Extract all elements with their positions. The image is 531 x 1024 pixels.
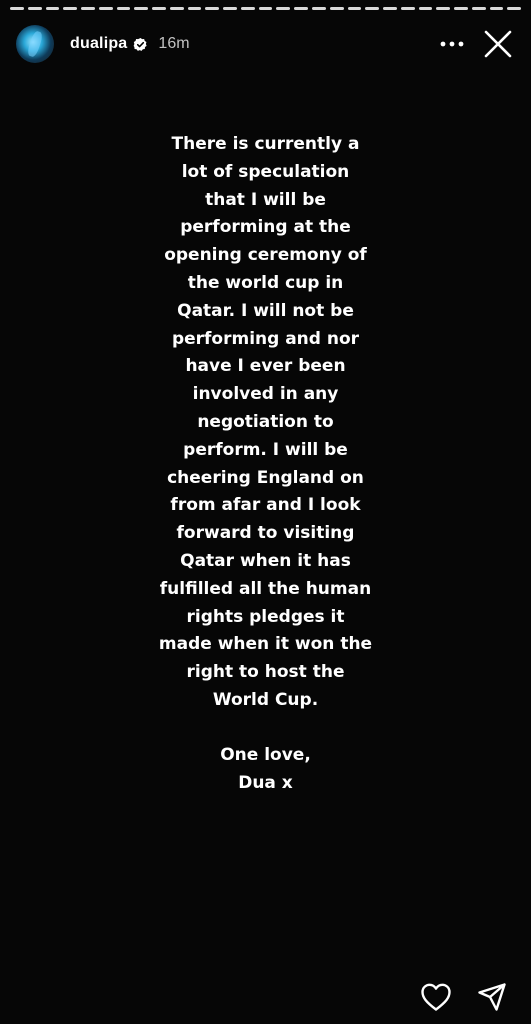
statement-line: There is currently a: [171, 134, 360, 154]
verified-badge-icon: [133, 37, 148, 52]
progress-segment: [258, 7, 273, 10]
like-button[interactable]: [419, 980, 453, 1014]
progress-segment: [276, 7, 291, 10]
close-button[interactable]: [481, 27, 515, 61]
statement-line: lot of speculation: [181, 161, 350, 182]
progress-segment: [507, 7, 522, 10]
statement-line: performing at the: [180, 217, 351, 238]
signoff-signature: Dua x: [238, 773, 293, 793]
progress-segment: [223, 7, 237, 10]
progress-segment: [454, 7, 468, 10]
statement-line: Qatar when it has: [180, 550, 351, 571]
progress-segment: [63, 7, 78, 10]
progress-segment: [116, 7, 131, 10]
progress-segment: [329, 7, 344, 10]
statement-line: forward to visiting: [176, 523, 355, 544]
progress-segment: [471, 7, 486, 10]
progress-segment: [27, 7, 42, 10]
statement-line: cheering England on: [167, 467, 364, 488]
more-horizontal-icon: [440, 41, 464, 47]
statement-line: fulfilled all the human: [159, 578, 372, 599]
progress-segment: [365, 7, 380, 10]
progress-segment: [436, 7, 451, 10]
progress-segment: [205, 7, 220, 10]
more-options-button[interactable]: [437, 29, 467, 59]
statement-line: made when it won the: [158, 634, 373, 655]
statement-line: performing and nor: [171, 328, 360, 349]
progress-segment: [10, 7, 24, 10]
statement-line: from afar and I look: [170, 495, 361, 516]
statement-line: right to host the: [186, 662, 345, 683]
progress-segment: [81, 7, 95, 10]
statement-line: World Cup.: [212, 689, 319, 710]
send-icon: [478, 983, 506, 1011]
statement-line: have I ever been: [185, 356, 346, 377]
story-progress-bar: [10, 7, 522, 10]
progress-segment: [489, 7, 504, 10]
progress-segment: [400, 7, 415, 10]
story-header: dualipa 16m: [16, 24, 515, 64]
story-signoff: One love, Dua x: [90, 741, 441, 797]
progress-segment: [187, 7, 202, 10]
progress-segment: [383, 7, 397, 10]
story-viewer[interactable]: dualipa 16m There is currently a lot of s…: [0, 0, 531, 1024]
progress-segment: [134, 7, 149, 10]
story-footer: [419, 980, 509, 1014]
statement-line: perform. I will be: [183, 439, 348, 460]
statement-line: negotiation to: [197, 411, 334, 432]
progress-segment: [240, 7, 255, 10]
profile-avatar[interactable]: [16, 25, 54, 63]
signoff-line: One love,: [220, 745, 311, 765]
close-icon: [484, 30, 512, 58]
post-time: 16m: [158, 35, 190, 52]
progress-segment: [312, 7, 326, 10]
statement-line: Qatar. I will not be: [177, 300, 354, 321]
story-statement-text: There is currently a lot of speculation th…: [90, 131, 441, 715]
progress-segment: [294, 7, 309, 10]
progress-segment: [45, 7, 60, 10]
progress-segment: [152, 7, 166, 10]
statement-line: rights pledges it: [186, 606, 345, 627]
share-button[interactable]: [475, 980, 509, 1014]
heart-icon: [421, 983, 451, 1011]
progress-segment: [169, 7, 184, 10]
progress-segment: [418, 7, 433, 10]
statement-line: opening ceremony of: [164, 245, 367, 266]
statement-line: involved in any: [192, 384, 339, 405]
statement-line: that I will be: [205, 189, 326, 210]
progress-segment: [98, 7, 113, 10]
statement-line: the world cup in: [187, 272, 344, 293]
progress-segment: [347, 7, 362, 10]
username[interactable]: dualipa: [70, 35, 127, 53]
